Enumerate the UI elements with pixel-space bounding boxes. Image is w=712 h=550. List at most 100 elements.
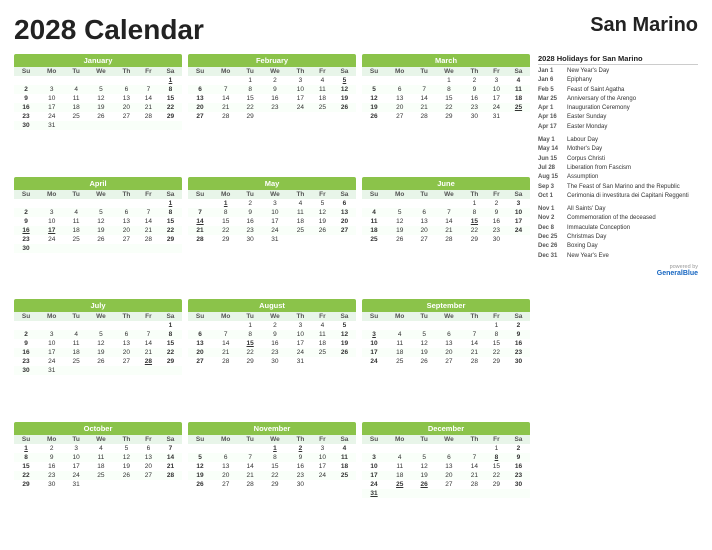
day-header-sa: Sa — [159, 67, 182, 76]
day-header-tu: Tu — [65, 435, 87, 444]
day-header-mo: Mo — [38, 435, 65, 444]
day-header-th: Th — [115, 67, 138, 76]
day-header-we: We — [435, 312, 463, 321]
day-header-tu: Tu — [239, 435, 261, 444]
holiday-date: May 14 — [538, 146, 564, 154]
day-cell: 2 — [507, 444, 530, 453]
day-cell: 21 — [463, 471, 486, 480]
day-cell: 28 — [138, 357, 159, 366]
day-cell — [507, 235, 530, 244]
day-header-we: We — [87, 67, 115, 76]
day-cell: 5 — [333, 321, 356, 330]
day-cell — [312, 112, 333, 121]
content-area: JanuarySuMoTuWeThFrSa 123456789101112131… — [14, 54, 698, 540]
holiday-name: Anniversary of the Arengo — [567, 96, 636, 104]
day-cell — [289, 112, 312, 121]
calendar-row-1: AprilSuMoTuWeThFrSa 12345678910111213141… — [14, 177, 530, 296]
day-cell — [413, 76, 435, 85]
day-cell: 2 — [261, 321, 289, 330]
holiday-entry: Jan 6Epiphany — [538, 77, 698, 85]
day-cell: 26 — [188, 480, 212, 489]
day-cell: 8 — [239, 85, 261, 94]
day-cell — [138, 480, 159, 489]
day-cell: 16 — [507, 339, 530, 348]
day-cell — [65, 321, 87, 330]
holiday-entry: Feb 5Feast of Saint Agatha — [538, 87, 698, 95]
day-cell: 11 — [65, 339, 87, 348]
day-cell: 13 — [188, 339, 212, 348]
day-header-mo: Mo — [38, 67, 65, 76]
month-table-december: SuMoTuWeThFrSa 1234567891011121314151617… — [362, 435, 530, 498]
day-cell — [386, 444, 413, 453]
day-cell: 9 — [507, 330, 530, 339]
day-cell: 20 — [115, 226, 138, 235]
day-cell: 20 — [138, 462, 159, 471]
day-cell: 13 — [115, 217, 138, 226]
day-cell: 18 — [386, 348, 413, 357]
day-cell — [362, 76, 386, 85]
month-header-september: September — [362, 299, 530, 312]
day-header-sa: Sa — [507, 435, 530, 444]
month-april: AprilSuMoTuWeThFrSa 12345678910111213141… — [14, 177, 182, 296]
holiday-date: Jan 1 — [538, 68, 564, 76]
day-cell: 25 — [386, 480, 413, 489]
day-cell: 6 — [386, 85, 413, 94]
month-may: MaySuMoTuWeThFrSa 1234567891011121314151… — [188, 177, 356, 296]
holiday-name: New Year's Eve — [567, 253, 609, 261]
day-cell: 23 — [289, 471, 312, 480]
day-header-tu: Tu — [413, 435, 435, 444]
day-cell: 4 — [289, 199, 312, 208]
day-cell: 29 — [239, 112, 261, 121]
day-cell: 11 — [386, 462, 413, 471]
day-header-mo: Mo — [386, 435, 413, 444]
day-header-th: Th — [289, 312, 312, 321]
day-header-sa: Sa — [159, 312, 182, 321]
day-header-sa: Sa — [333, 312, 356, 321]
holiday-date: Apr 17 — [538, 124, 564, 132]
day-cell: 28 — [413, 112, 435, 121]
day-cell: 23 — [486, 226, 507, 235]
day-cell: 6 — [188, 330, 212, 339]
day-cell: 1 — [212, 199, 239, 208]
day-cell: 9 — [14, 339, 38, 348]
day-cell: 16 — [14, 103, 38, 112]
day-cell: 7 — [413, 85, 435, 94]
day-cell: 3 — [38, 85, 65, 94]
day-cell: 15 — [159, 94, 182, 103]
day-cell: 4 — [65, 330, 87, 339]
day-header-su: Su — [14, 435, 38, 444]
day-header-mo: Mo — [386, 67, 413, 76]
day-cell: 16 — [14, 226, 38, 235]
day-cell — [138, 321, 159, 330]
day-cell: 30 — [14, 121, 38, 130]
day-cell: 3 — [38, 208, 65, 217]
day-cell: 7 — [435, 208, 463, 217]
day-cell: 29 — [463, 235, 486, 244]
day-cell — [463, 444, 486, 453]
holiday-entry: Dec 26Boxing Day — [538, 243, 698, 251]
day-cell: 25 — [289, 226, 312, 235]
day-cell: 28 — [138, 112, 159, 121]
day-cell: 5 — [87, 85, 115, 94]
day-cell: 16 — [261, 94, 289, 103]
day-cell: 18 — [65, 348, 87, 357]
day-cell: 2 — [486, 199, 507, 208]
holiday-date: Mar 25 — [538, 96, 564, 104]
day-cell: 1 — [486, 444, 507, 453]
day-header-su: Su — [14, 67, 38, 76]
day-cell: 10 — [289, 85, 312, 94]
day-cell: 4 — [312, 321, 333, 330]
day-cell: 27 — [138, 471, 159, 480]
day-header-we: We — [261, 435, 289, 444]
day-cell: 19 — [115, 462, 138, 471]
day-cell: 13 — [188, 94, 212, 103]
day-cell: 11 — [362, 217, 386, 226]
holiday-entry: Dec 25Christmas Day — [538, 234, 698, 242]
day-cell: 28 — [159, 471, 182, 480]
day-cell — [14, 199, 38, 208]
day-cell: 25 — [65, 235, 87, 244]
calendar-row-2: JulySuMoTuWeThFrSa 123456789101112131415… — [14, 299, 530, 418]
day-cell: 5 — [188, 453, 212, 462]
day-cell: 6 — [115, 330, 138, 339]
day-cell: 13 — [138, 453, 159, 462]
